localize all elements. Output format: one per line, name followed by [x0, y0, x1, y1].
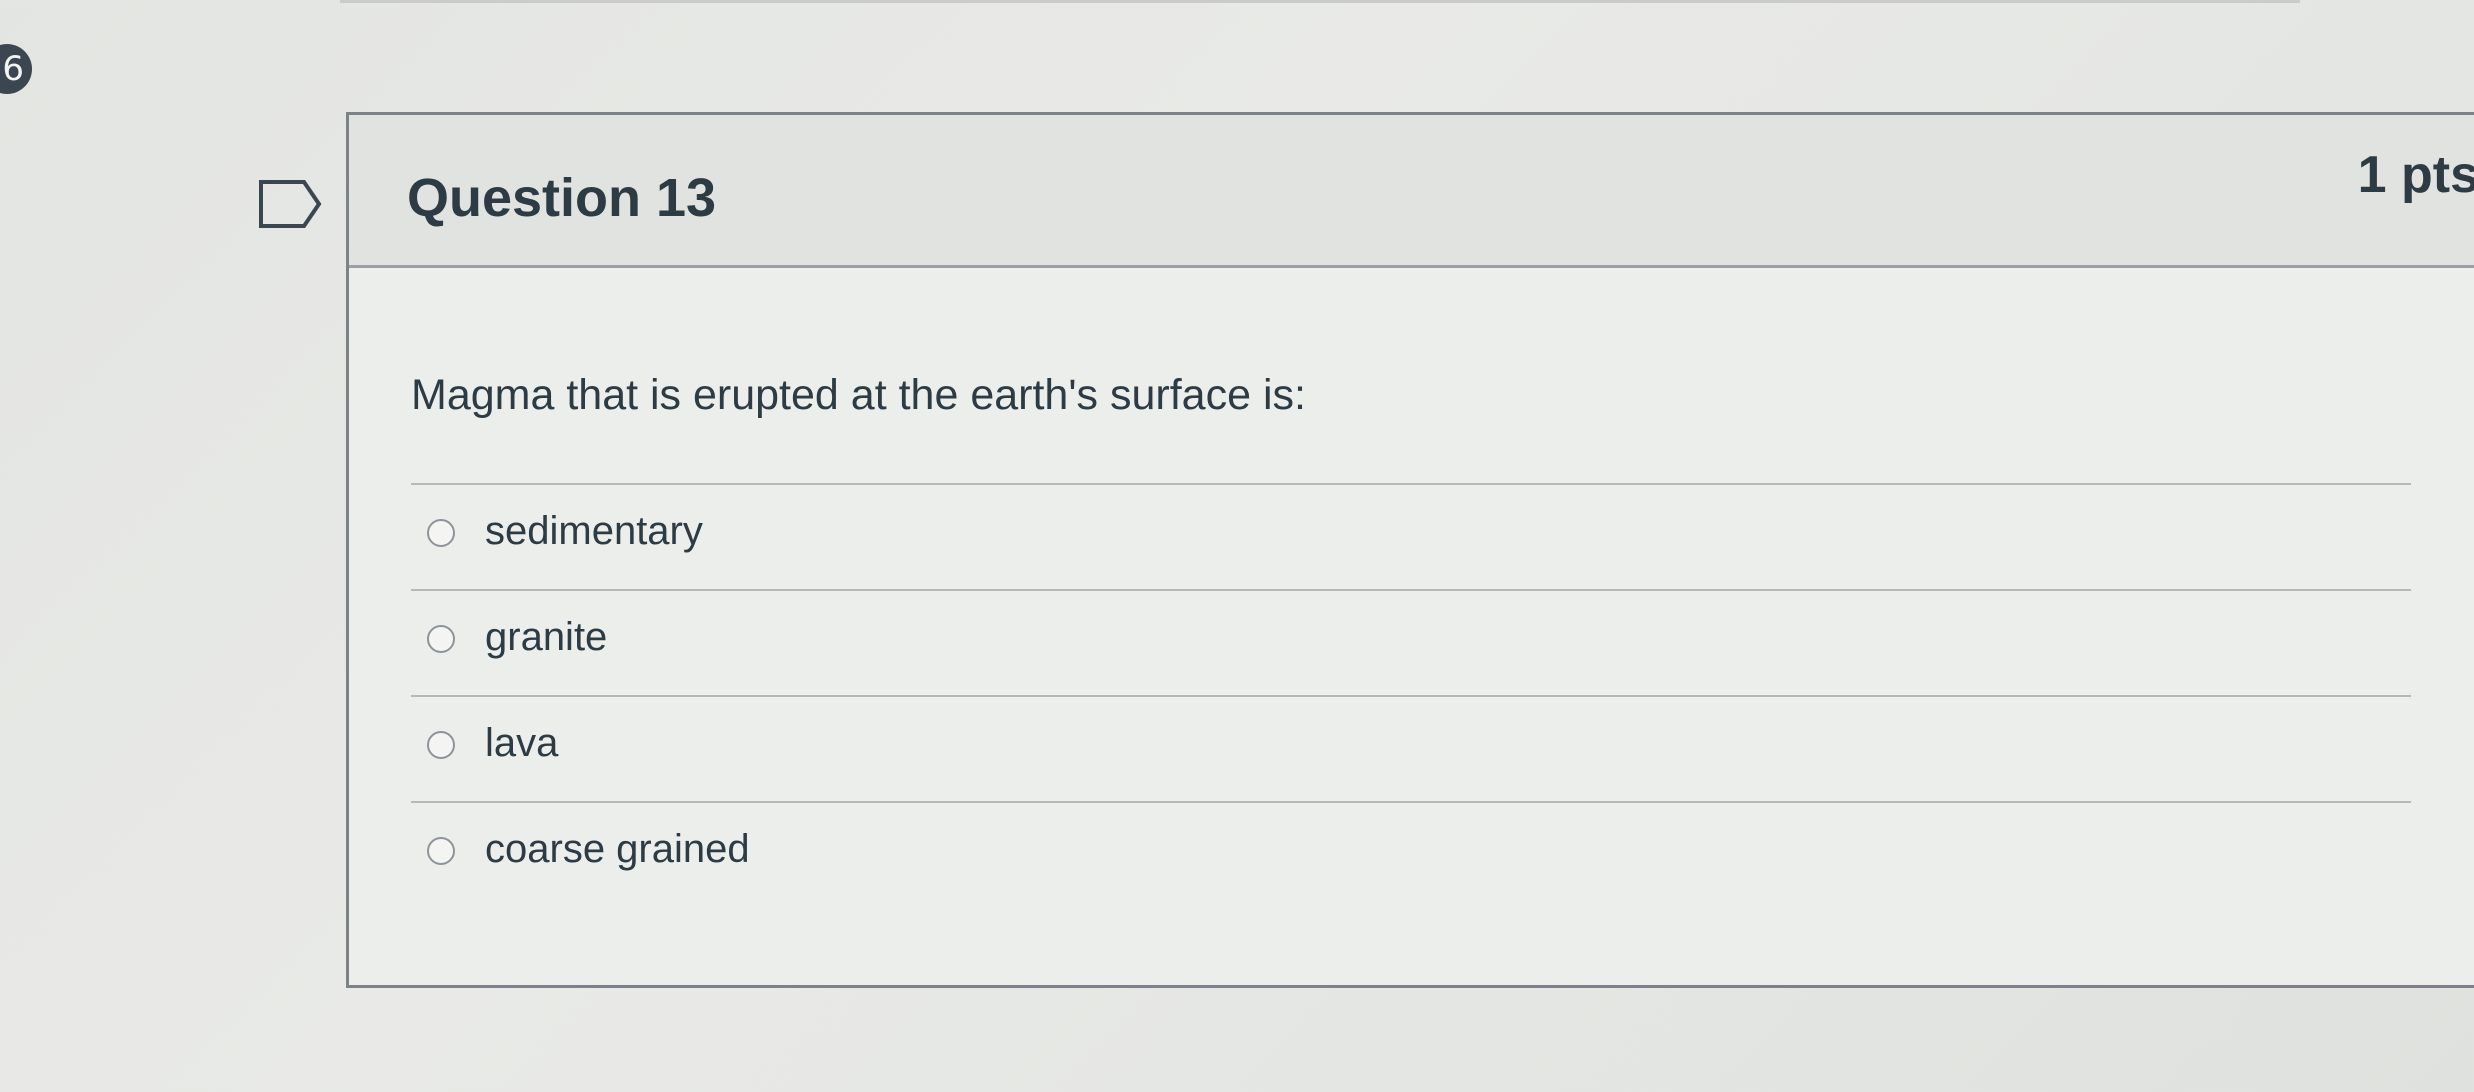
answer-list: sedimentary granite lava coarse grained — [411, 483, 2411, 907]
answer-option-sedimentary[interactable]: sedimentary — [411, 485, 2411, 591]
question-number-badge: 6 — [0, 44, 32, 94]
question-text: Magma that is erupted at the earth's sur… — [411, 371, 1306, 419]
answer-label: lava — [485, 721, 559, 765]
radio-button[interactable] — [427, 625, 455, 653]
question-card: Question 13 1 pts Magma that is erupted … — [346, 112, 2474, 988]
answer-option-lava[interactable]: lava — [411, 697, 2411, 803]
answer-option-coarse-grained[interactable]: coarse grained — [411, 803, 2411, 907]
answer-label: sedimentary — [485, 509, 703, 553]
answer-label: coarse grained — [485, 827, 750, 871]
question-points: 1 pts — [2357, 146, 2474, 204]
radio-button[interactable] — [427, 519, 455, 547]
question-title: Question 13 — [407, 168, 717, 228]
question-number-badge-text: 6 — [2, 49, 24, 89]
radio-button[interactable] — [427, 837, 455, 865]
answer-label: granite — [485, 615, 608, 659]
top-divider — [340, 0, 2300, 3]
question-header: Question 13 1 pts — [349, 115, 2474, 268]
radio-button[interactable] — [427, 731, 455, 759]
flag-question-button[interactable] — [258, 179, 322, 229]
flag-outline-icon — [259, 180, 322, 228]
answer-option-granite[interactable]: granite — [411, 591, 2411, 697]
